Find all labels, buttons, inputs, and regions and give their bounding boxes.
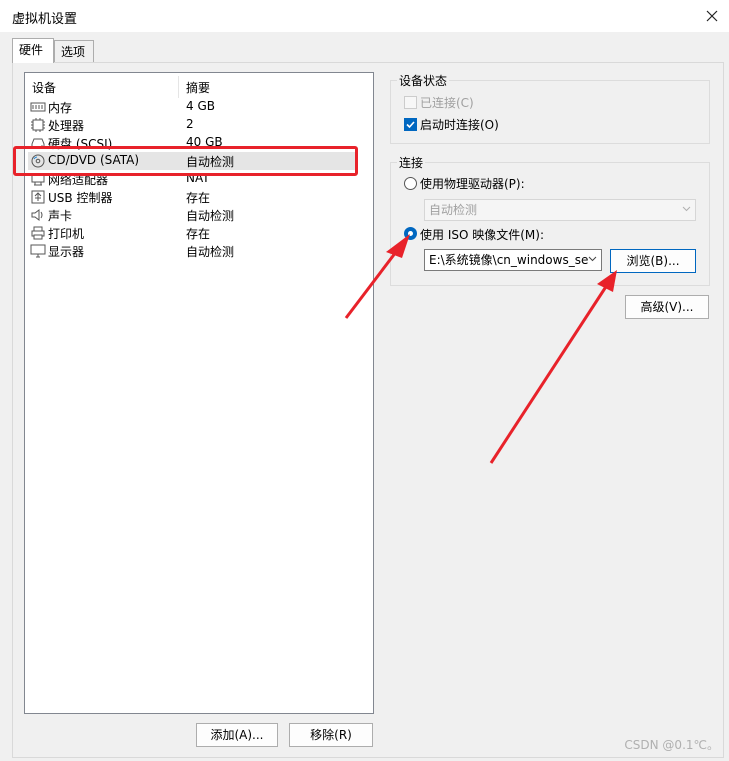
device-status-group xyxy=(390,80,710,144)
tab-options[interactable]: 选项 xyxy=(54,40,94,62)
remove-button[interactable]: 移除(R) xyxy=(289,723,373,747)
window-title: 虚拟机设置 xyxy=(12,12,78,27)
device-name: 内存 xyxy=(48,101,73,115)
column-header-device[interactable]: 设备 xyxy=(32,78,56,98)
printer-icon xyxy=(31,226,45,240)
usb-icon xyxy=(31,190,45,204)
device-row-processor[interactable]: 处理器 2 xyxy=(28,116,358,134)
connection-title: 连接 xyxy=(397,154,426,171)
device-summary: 存在 xyxy=(186,191,211,205)
tab-hardware[interactable]: 硬件 xyxy=(12,38,54,63)
close-icon xyxy=(706,10,718,22)
iso-file-label: 使用 ISO 映像文件(M): xyxy=(420,228,544,242)
iso-file-radio[interactable] xyxy=(404,227,417,240)
connect-at-power-on-checkbox[interactable] xyxy=(404,118,417,131)
column-header-summary[interactable]: 摘要 xyxy=(186,78,210,98)
tab-options-label: 选项 xyxy=(61,45,86,59)
device-status-title: 设备状态 xyxy=(397,72,450,89)
watermark: CSDN @0.1℃。 xyxy=(624,738,719,752)
device-name: 显示器 xyxy=(48,245,85,259)
advanced-button[interactable]: 高级(V)... xyxy=(625,295,709,319)
connected-checkbox[interactable] xyxy=(404,96,417,109)
browse-button[interactable]: 浏览(B)... xyxy=(610,249,696,273)
device-row-printer[interactable]: 打印机 存在 xyxy=(28,224,358,242)
device-row-usb[interactable]: USB 控制器 存在 xyxy=(28,188,358,206)
chevron-down-icon xyxy=(682,206,691,212)
device-summary: 2 xyxy=(186,117,194,131)
connect-at-power-on-label: 启动时连接(O) xyxy=(420,118,499,132)
physical-drive-label: 使用物理驱动器(P): xyxy=(420,177,525,191)
device-name: 处理器 xyxy=(48,119,85,133)
iso-path-combobox[interactable]: E:\系统镜像\cn_windows_se xyxy=(424,249,602,271)
checkmark-icon xyxy=(406,121,415,129)
tab-hardware-label: 硬件 xyxy=(19,43,44,57)
chevron-down-icon xyxy=(588,256,597,262)
physical-drive-select-value: 自动检测 xyxy=(429,203,478,217)
device-row-sound[interactable]: 声卡 自动检测 xyxy=(28,206,358,224)
device-name: USB 控制器 xyxy=(48,191,113,205)
device-name: 打印机 xyxy=(48,227,85,241)
title-bar xyxy=(0,0,729,32)
column-separator[interactable] xyxy=(178,76,179,98)
iso-path-value: E:\系统镜像\cn_windows_se xyxy=(429,253,589,267)
memory-icon xyxy=(30,102,46,112)
device-summary: 自动检测 xyxy=(186,245,235,259)
speaker-icon xyxy=(31,209,43,221)
physical-drive-radio[interactable] xyxy=(404,177,417,190)
monitor-icon xyxy=(30,244,46,258)
add-button[interactable]: 添加(A)... xyxy=(196,723,278,747)
close-button[interactable] xyxy=(695,0,729,32)
device-summary: 4 GB xyxy=(186,99,215,113)
device-row-memory[interactable]: 内存 4 GB xyxy=(28,98,358,116)
device-summary: 自动检测 xyxy=(186,209,235,223)
cpu-icon xyxy=(31,118,45,132)
device-summary: 存在 xyxy=(186,227,211,241)
annotation-highlight-box xyxy=(13,146,358,176)
connected-label: 已连接(C) xyxy=(420,96,474,110)
device-name: 声卡 xyxy=(48,209,73,223)
device-row-display[interactable]: 显示器 自动检测 xyxy=(28,242,358,260)
physical-drive-select[interactable]: 自动检测 xyxy=(424,199,696,221)
